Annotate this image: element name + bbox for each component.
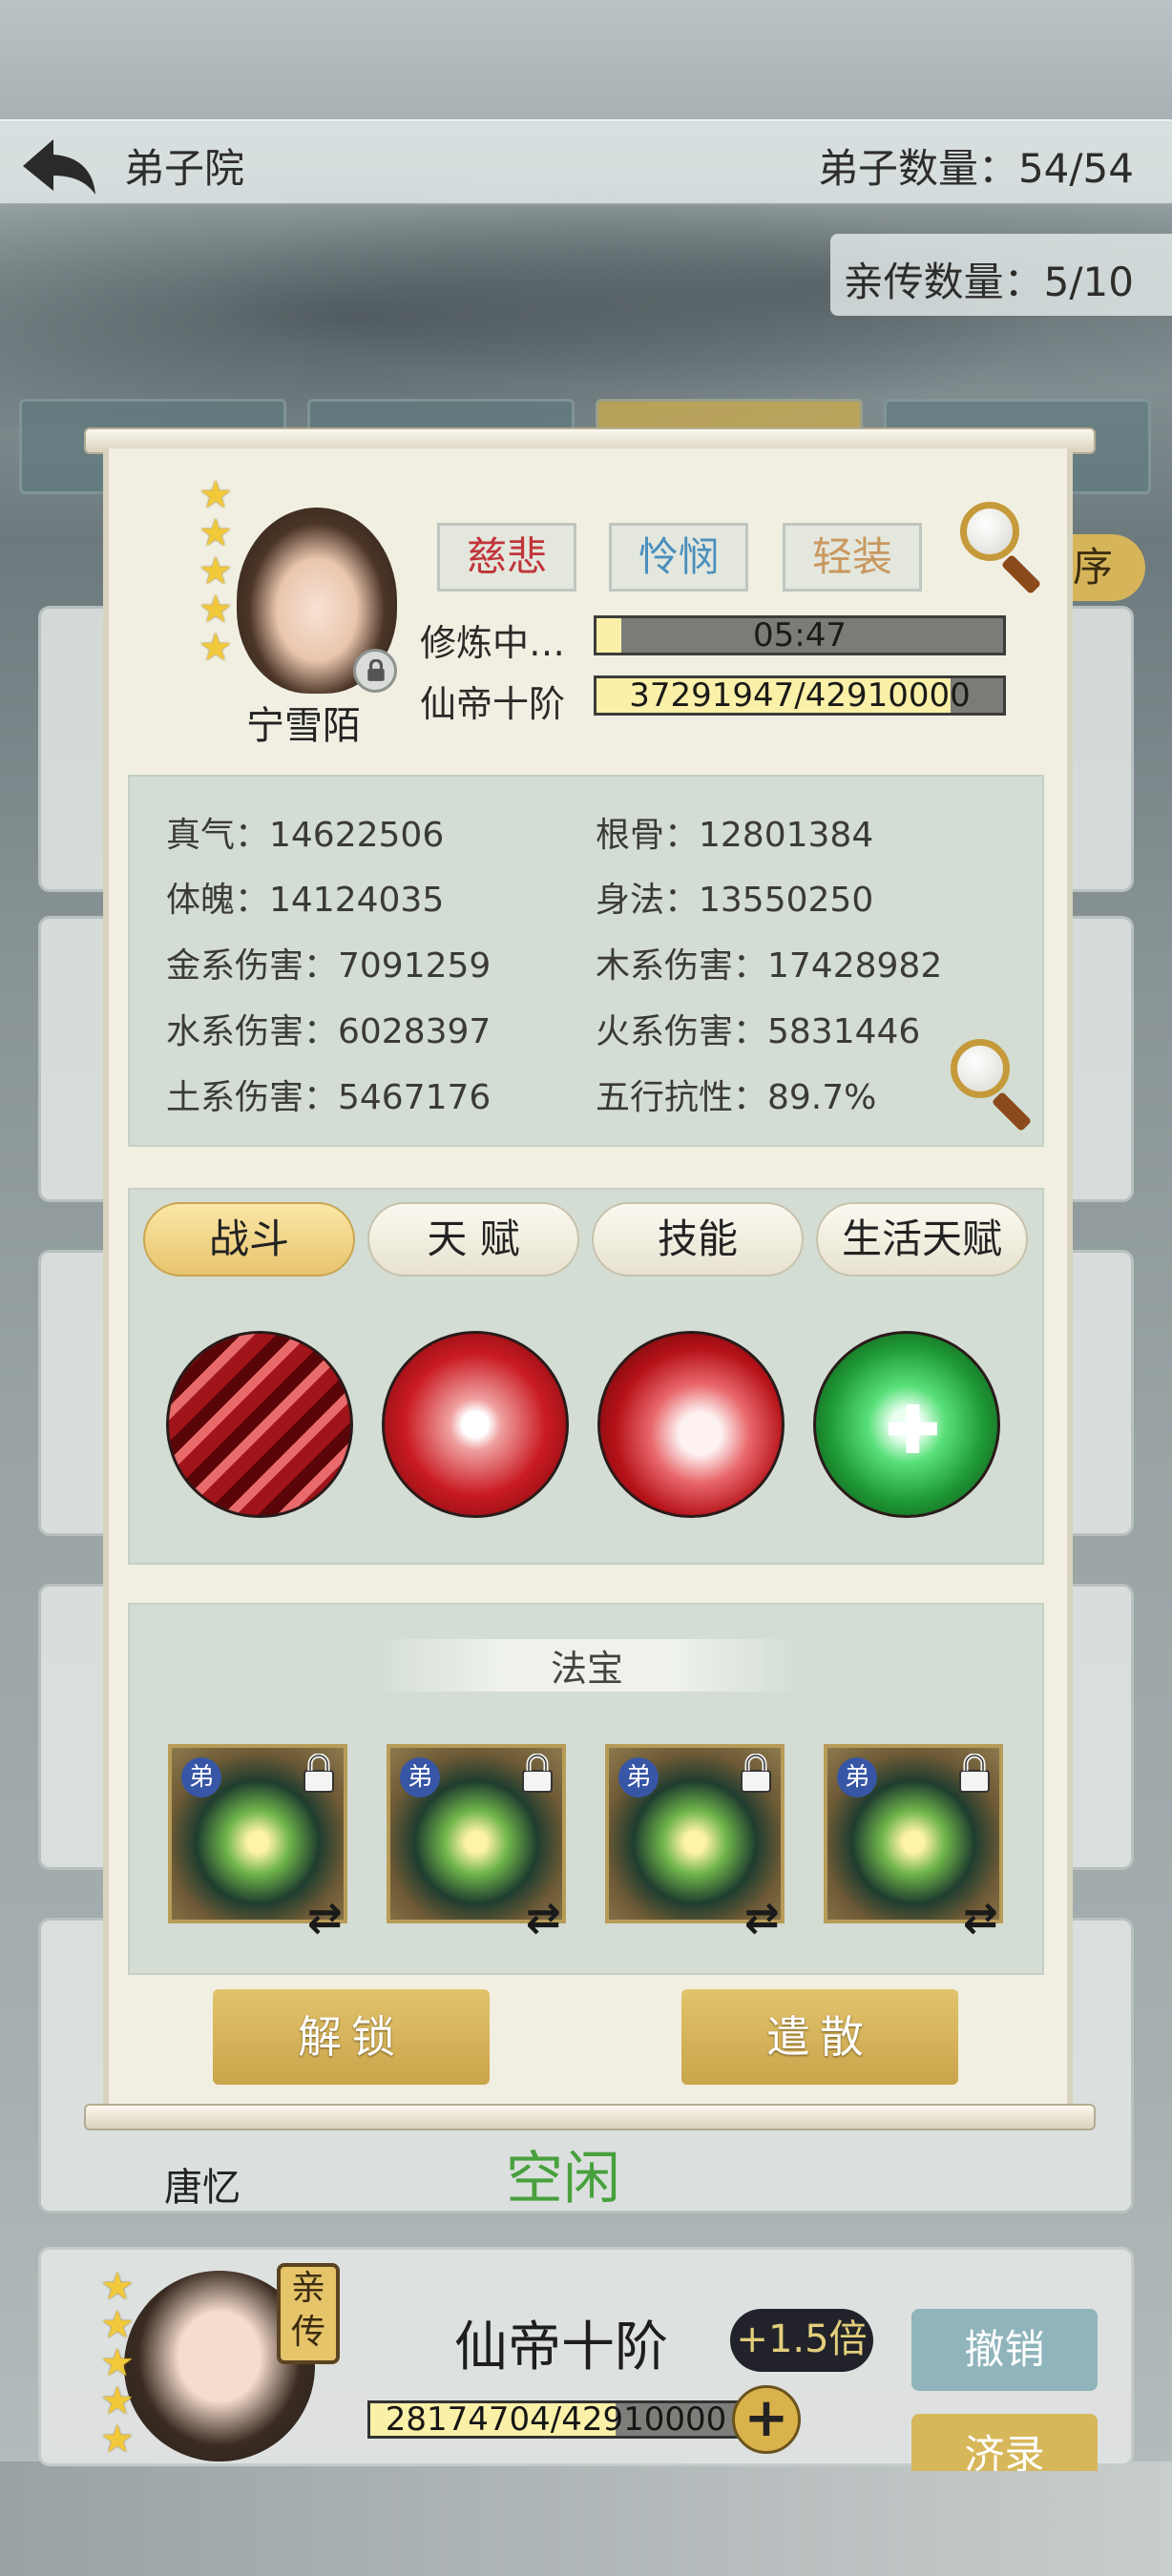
treasure-title: 法宝 — [372, 1639, 802, 1692]
star-icon: ★ — [100, 2265, 135, 2309]
crimson-vortex-icon[interactable] — [597, 1331, 785, 1518]
star-rating: ★ ★ ★ ★ ★ — [199, 473, 244, 670]
stat-wood-damage: 木系伤害：17428982 — [596, 946, 943, 986]
padlock-icon — [522, 1754, 553, 1793]
swap-icon[interactable]: ⇄ — [744, 1894, 780, 1942]
list-exp-text: 28174704/42910000 — [385, 2400, 727, 2439]
magnify-stats-icon[interactable] — [947, 1035, 1042, 1132]
stat-metal-damage: 金系伤害：7091259 — [166, 946, 492, 986]
exp-text: 37291947/42910000 — [629, 676, 971, 715]
direct-disciple-count: 亲传数量：5/10 — [843, 259, 1134, 305]
list-disciple-status: 空闲 — [506, 2146, 620, 2212]
cross-glyph: ✚ — [885, 1391, 941, 1469]
stat-water-damage: 水系伤害：6028397 — [166, 1012, 492, 1051]
disciple-mark-badge: 弟 — [400, 1757, 440, 1797]
disciple-mark-badge: 弟 — [181, 1757, 221, 1797]
disciple-count: 弟子数量：54/54 — [817, 145, 1134, 192]
trait-tag-2[interactable]: 怜悯 — [609, 523, 748, 592]
stat-earth-damage: 土系伤害：5467176 — [166, 1078, 492, 1117]
record-button[interactable]: 济录 — [911, 2414, 1098, 2471]
stat-shenfa: 身法：13550250 — [596, 881, 874, 920]
list-star-rating: ★ ★ ★ ★ ★ — [100, 2265, 138, 2462]
add-exp-button[interactable]: + — [732, 2385, 801, 2454]
magnify-lens — [960, 502, 1019, 561]
slash-claw-icon[interactable] — [166, 1331, 353, 1518]
star-icon: ★ — [100, 2341, 135, 2385]
disciple-mark-badge: 弟 — [618, 1757, 659, 1797]
realm-exp-bar: 37291947/42910000 — [594, 675, 1006, 716]
magnify-icon[interactable] — [956, 498, 1052, 595]
star-icon: ★ — [199, 626, 233, 670]
cultivation-timer-bar: 05:47 — [594, 615, 1006, 655]
list-realm: 仙帝十阶 — [454, 2316, 668, 2379]
stat-zhenqi: 真气：14622506 — [166, 816, 445, 855]
list-exp-bar: 28174704/42910000 — [367, 2400, 744, 2439]
trait-tag-3[interactable]: 轻装 — [783, 523, 922, 592]
tab-life-talent[interactable]: 生活天赋 — [816, 1202, 1028, 1277]
disciple-name: 宁雪陌 — [246, 704, 361, 748]
cancel-button[interactable]: 撤销 — [911, 2309, 1098, 2391]
tab-talent[interactable]: 天 赋 — [367, 1202, 579, 1277]
magnify-lens — [951, 1039, 1010, 1098]
stat-fire-damage: 火系伤害：5831446 — [596, 1012, 921, 1051]
status-label: 修炼中… — [420, 622, 566, 664]
tab-combat[interactable]: 战斗 — [143, 1202, 355, 1277]
spear-thrust-icon[interactable] — [382, 1331, 569, 1518]
star-icon: ★ — [199, 473, 233, 517]
padlock-icon — [959, 1754, 990, 1793]
page-title: 弟子院 — [124, 145, 245, 192]
bottom-strip — [0, 2462, 1172, 2576]
padlock-icon — [303, 1754, 334, 1793]
swap-icon[interactable]: ⇄ — [963, 1894, 998, 1942]
star-icon: ★ — [199, 511, 233, 555]
trait-tag-1[interactable]: 慈悲 — [437, 523, 576, 592]
realm-label: 仙帝十阶 — [420, 683, 566, 725]
swap-icon[interactable]: ⇄ — [526, 1894, 561, 1942]
stat-element-resist: 五行抗性：89.7% — [596, 1078, 877, 1117]
multiplier-badge: +1.5倍 — [730, 2309, 873, 2372]
direct-disciple-badge: 亲传 — [277, 2263, 340, 2364]
stat-tipo: 体魄：14124035 — [166, 881, 445, 920]
star-icon: ★ — [100, 2418, 135, 2462]
stat-gengu: 根骨：12801384 — [596, 816, 874, 855]
star-icon: ★ — [199, 550, 233, 593]
star-icon: ★ — [199, 588, 233, 632]
star-icon: ★ — [100, 2379, 135, 2423]
scroll-rod-bottom — [84, 2104, 1096, 2130]
swap-icon[interactable]: ⇄ — [307, 1894, 343, 1942]
timer-text: 05:47 — [753, 616, 847, 654]
magnify-handle — [991, 1091, 1033, 1132]
padlock-icon — [741, 1754, 771, 1793]
dismiss-button[interactable]: 遣散 — [681, 1989, 958, 2085]
green-heal-icon[interactable]: ✚ — [813, 1331, 1000, 1518]
disciple-mark-badge: 弟 — [837, 1757, 877, 1797]
lock-icon[interactable] — [353, 649, 397, 693]
tab-skills[interactable]: 技能 — [592, 1202, 804, 1277]
back-arrow-icon[interactable] — [15, 132, 101, 198]
unlock-button[interactable]: 解锁 — [213, 1989, 490, 2085]
list-disciple-name: 唐忆 — [164, 2166, 241, 2210]
star-icon: ★ — [100, 2303, 135, 2347]
magnify-handle — [1000, 553, 1042, 595]
